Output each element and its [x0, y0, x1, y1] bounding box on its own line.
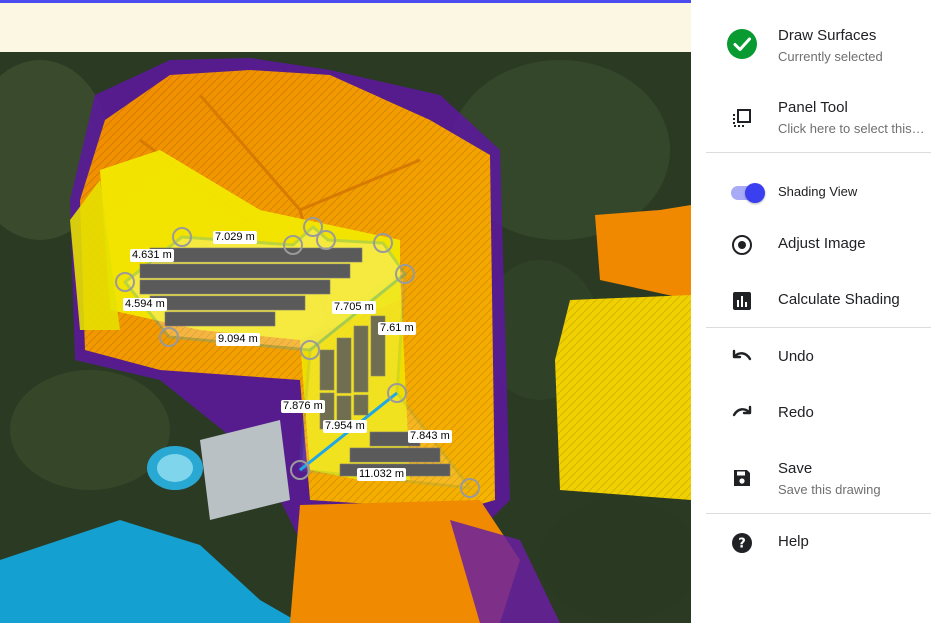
- panel-select-icon: [727, 103, 757, 133]
- segment-length-label: 7.954 m: [323, 420, 367, 433]
- bar-chart-icon: [727, 286, 757, 316]
- shading-view-label: Shading View: [778, 184, 858, 199]
- shading-view-item[interactable]: Shading View: [691, 176, 931, 208]
- help-circle-icon: ?: [727, 528, 757, 558]
- segment-length-label: 7.61 m: [378, 322, 416, 335]
- adjust-image-title: Adjust Image: [778, 235, 866, 252]
- svg-text:?: ?: [738, 537, 746, 552]
- segment-length-label: 7.843 m: [408, 430, 452, 443]
- save-title: Save: [778, 460, 813, 477]
- shading-view-toggle[interactable]: [731, 183, 765, 203]
- undo-icon: [727, 343, 757, 373]
- panel-tool-subtitle: Click here to select this tool: [778, 121, 926, 136]
- draw-surfaces-title: Draw Surfaces: [778, 27, 877, 44]
- check-circle-icon: [727, 29, 757, 59]
- panel-tool-title: Panel Tool: [778, 99, 848, 116]
- segment-length-label: 7.876 m: [281, 400, 325, 413]
- top-banner: [0, 3, 691, 52]
- radio-target-icon: [727, 230, 757, 260]
- redo-item[interactable]: Redo: [691, 397, 931, 431]
- save-item[interactable]: Save Save this drawing: [691, 453, 931, 503]
- redo-title: Redo: [778, 404, 814, 421]
- save-subtitle: Save this drawing: [778, 482, 881, 497]
- map-canvas[interactable]: 7.029 m 4.631 m 4.594 m 9.094 m 7.705 m …: [0, 52, 691, 623]
- divider: [706, 513, 931, 514]
- segment-length-label: 9.094 m: [216, 333, 260, 346]
- segment-length-label: 4.594 m: [123, 298, 167, 311]
- tool-panel: Draw Surfaces Currently selected Panel T…: [691, 0, 931, 623]
- undo-item[interactable]: Undo: [691, 341, 931, 375]
- help-title: Help: [778, 533, 809, 550]
- draw-surfaces-item[interactable]: Draw Surfaces Currently selected: [691, 20, 931, 72]
- panel-tool-item[interactable]: Panel Tool Click here to select this too…: [691, 92, 931, 144]
- floppy-disk-icon: [727, 463, 757, 493]
- help-item[interactable]: ? Help: [691, 526, 931, 560]
- undo-title: Undo: [778, 348, 814, 365]
- calculate-shading-title: Calculate Shading: [778, 291, 900, 308]
- segment-length-label: 7.029 m: [213, 231, 257, 244]
- segment-length-label: 7.705 m: [332, 301, 376, 314]
- redo-icon: [727, 399, 757, 429]
- segment-length-label: 11.032 m: [357, 468, 407, 481]
- draw-surfaces-subtitle: Currently selected: [778, 49, 883, 64]
- toggle-knob: [745, 183, 765, 203]
- adjust-image-item[interactable]: Adjust Image: [691, 228, 931, 262]
- calculate-shading-item[interactable]: Calculate Shading: [691, 284, 931, 318]
- segment-length-label: 4.631 m: [130, 249, 174, 262]
- aerial-image: [0, 52, 691, 623]
- divider: [706, 152, 931, 153]
- divider: [706, 327, 931, 328]
